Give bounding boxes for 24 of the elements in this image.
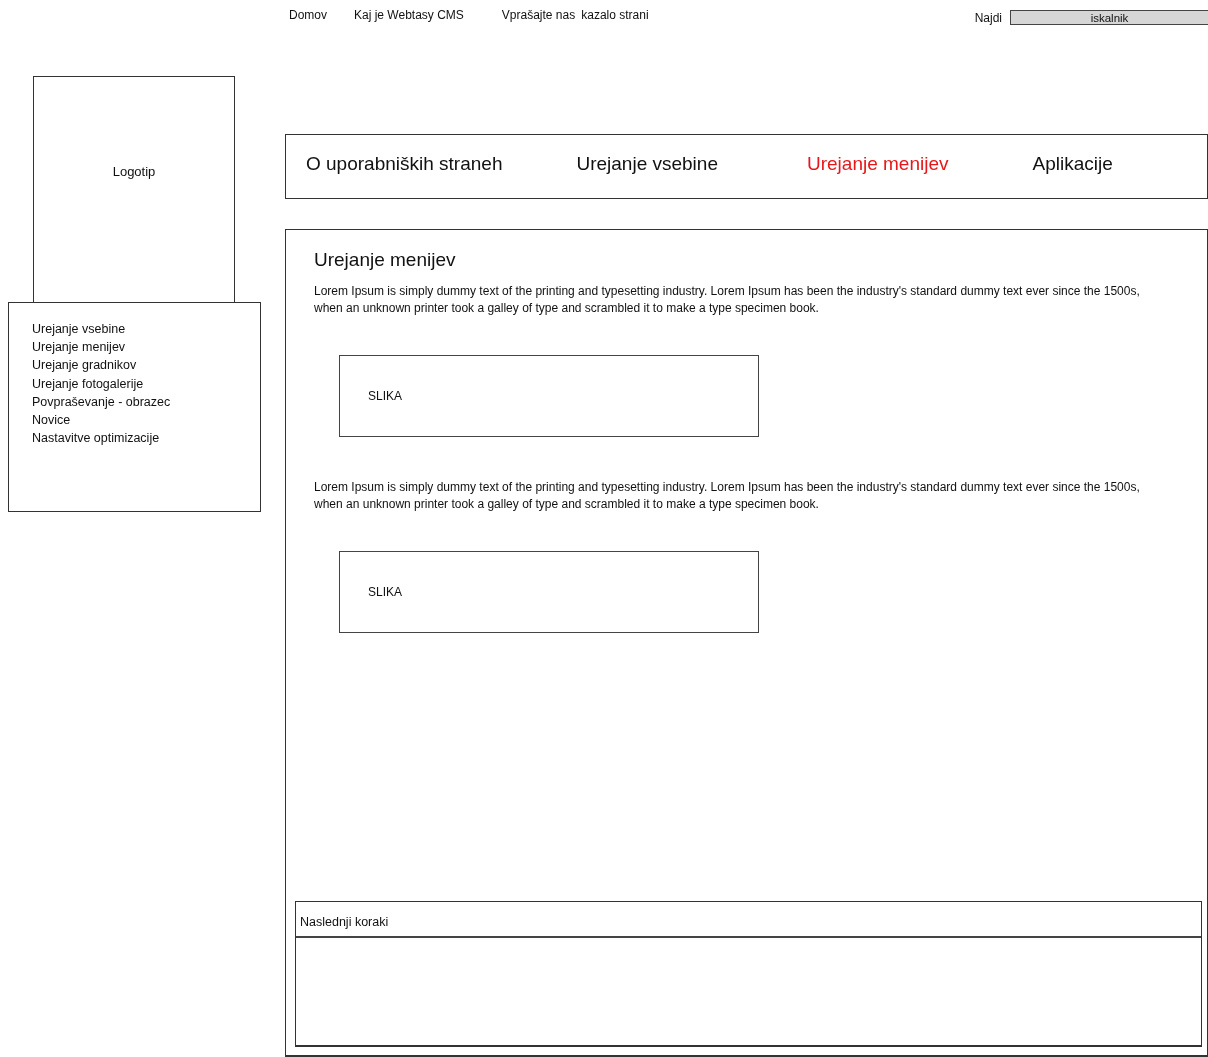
image-label: SLIKA <box>368 389 403 403</box>
search-field[interactable]: iskalnik <box>1010 10 1208 25</box>
sidebar-item[interactable]: Urejanje menijev <box>32 338 126 357</box>
tab[interactable]: Urejanje vsebine <box>576 152 718 175</box>
panel-heading: Naslednji koraki <box>296 902 1201 938</box>
tab[interactable]: O uporabniških straneh <box>306 152 503 175</box>
logo-label: Logotip <box>112 164 156 179</box>
sidebar-item[interactable]: Urejanje fotogalerije <box>32 374 144 393</box>
tab[interactable]: Urejanje menijev <box>807 152 949 175</box>
sidebar-item[interactable]: Povpraševanje - obrazec <box>32 392 171 411</box>
nav-link[interactable]: Vprašajte nas <box>501 8 576 22</box>
search-label: Najdi <box>974 10 1002 25</box>
sidebar-item[interactable]: Novice <box>32 411 71 430</box>
sidebar-item[interactable]: Urejanje vsebine <box>32 320 126 339</box>
body-paragraph: Lorem Ipsum is simply dummy text of the printing and typesetting industry. Lorem Ipsum has been the industry's standard dummy text ever since the 1500s, when an unknown printer took a galley of type and scrambled it to make a type specimen book. <box>314 283 1141 317</box>
nav-link[interactable]: Domov <box>289 8 327 22</box>
image-label: SLIKA <box>368 585 403 599</box>
sidebar-item[interactable]: Urejanje gradnikov <box>32 356 137 375</box>
nav-link[interactable]: Kaj je Webtasy CMS <box>354 8 464 22</box>
nav-link[interactable]: kazalo strani <box>581 8 649 22</box>
body-paragraph: Lorem Ipsum is simply dummy text of the printing and typesetting industry. Lorem Ipsum has been the industry's standard dummy text ever since the 1500s, when an unknown printer took a galley of type and scrambled it to make a type specimen book. <box>314 479 1141 513</box>
sidebar-item[interactable]: Nastavitve optimizacije <box>32 429 160 448</box>
tab[interactable]: Aplikacije <box>1032 152 1113 175</box>
page-heading: Urejanje menijev <box>314 249 457 271</box>
